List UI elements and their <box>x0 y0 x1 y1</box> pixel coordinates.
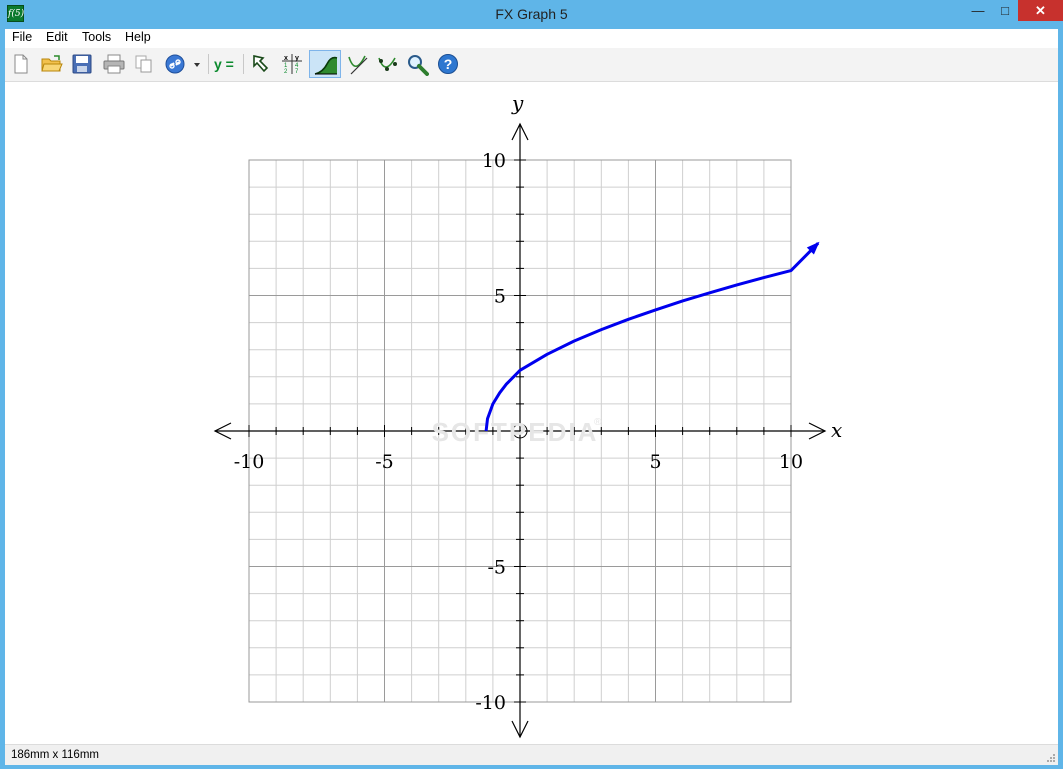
status-dimensions: 186mm x 116mm <box>11 749 99 761</box>
x-tick-label: -5 <box>375 451 394 473</box>
application-window: f(5) FX Graph 5 — □ ✕ File Edit Tools He… <box>0 0 1063 769</box>
copy-icon <box>135 55 152 73</box>
new-document-button[interactable] <box>8 51 34 77</box>
client-area: File Edit Tools Help y = x y 1 4 2 7 ? -… <box>5 29 1058 765</box>
svg-text:?: ? <box>444 56 453 72</box>
help-button[interactable]: ? <box>435 51 461 77</box>
minimize-button[interactable]: — <box>964 0 992 21</box>
points-curve-icon <box>378 57 397 71</box>
printer-icon <box>103 54 125 74</box>
menu-bar: File Edit Tools Help <box>5 29 1058 48</box>
function-curve[interactable] <box>484 242 820 432</box>
open-folder-button[interactable] <box>38 51 64 77</box>
x-axis-label: x <box>831 418 842 442</box>
graph-plot[interactable]: -10 -5 5 10 10 5 -5 -10 x y SOFTPEDIA ® <box>5 82 1058 744</box>
area-curve-icon <box>314 56 338 75</box>
area-under-curve-button[interactable] <box>309 50 341 78</box>
y-tick-label: 10 <box>482 150 506 172</box>
watermark-mark: ® <box>594 417 602 428</box>
print-button[interactable] <box>100 51 126 77</box>
new-document-icon <box>14 54 28 74</box>
select-tool-button[interactable] <box>248 51 274 77</box>
link-dropdown-button[interactable] <box>191 51 203 77</box>
x-tick-label: 5 <box>649 451 661 473</box>
zoom-button[interactable] <box>404 51 430 77</box>
status-bar: 186mm x 116mm <box>5 744 1058 765</box>
link-button[interactable] <box>162 51 188 77</box>
y-tick-label: -5 <box>487 557 506 579</box>
toolbar: y = x y 1 4 2 7 ? <box>5 48 1058 82</box>
points-tool-button[interactable] <box>374 51 400 77</box>
toolbar-separator <box>208 54 209 74</box>
save-button[interactable] <box>69 51 95 77</box>
menu-edit[interactable]: Edit <box>46 30 68 44</box>
y-axis-label: y <box>511 91 524 115</box>
menu-file[interactable]: File <box>12 30 32 44</box>
x-tick-label: 10 <box>779 451 803 473</box>
toolbar-separator <box>243 54 244 74</box>
save-icon <box>72 54 92 74</box>
xy-table-icon: x y 1 4 2 7 <box>282 54 302 75</box>
graph-canvas[interactable]: -10 -5 5 10 10 5 -5 -10 x y SOFTPEDIA ® <box>5 82 1058 744</box>
close-button[interactable]: ✕ <box>1018 0 1063 21</box>
y-equals-button[interactable]: y = <box>211 51 241 77</box>
watermark: SOFTPEDIA <box>432 417 599 447</box>
menu-tools[interactable]: Tools <box>82 30 111 44</box>
table-icon-header-x: x <box>284 55 288 62</box>
magnifier-icon <box>408 55 429 76</box>
open-folder-icon <box>41 55 63 72</box>
menu-help[interactable]: Help <box>125 30 151 44</box>
resize-grip-icon[interactable] <box>1046 753 1056 763</box>
table-icon-header-y: y <box>295 55 299 62</box>
tangent-icon <box>348 55 368 75</box>
help-icon: ? <box>438 54 458 74</box>
table-icon-value: 7 <box>295 69 299 75</box>
y-tick-label: -10 <box>475 692 506 714</box>
chevron-down-icon <box>194 63 200 67</box>
table-icon-value: 2 <box>284 69 288 75</box>
maximize-button[interactable]: □ <box>992 0 1018 21</box>
tangent-tool-button[interactable] <box>344 51 370 77</box>
table-of-values-button[interactable]: x y 1 4 2 7 <box>279 51 305 77</box>
window-title: FX Graph 5 <box>495 6 568 22</box>
y-tick-label: 5 <box>494 286 506 308</box>
link-icon <box>165 54 185 74</box>
title-bar[interactable]: f(5) FX Graph 5 — □ ✕ <box>0 0 1063 29</box>
x-tick-label: -10 <box>234 451 265 473</box>
copy-button[interactable] <box>131 51 157 77</box>
arrow-cursor-icon <box>253 55 269 73</box>
y-equals-icon: y = <box>214 56 234 72</box>
